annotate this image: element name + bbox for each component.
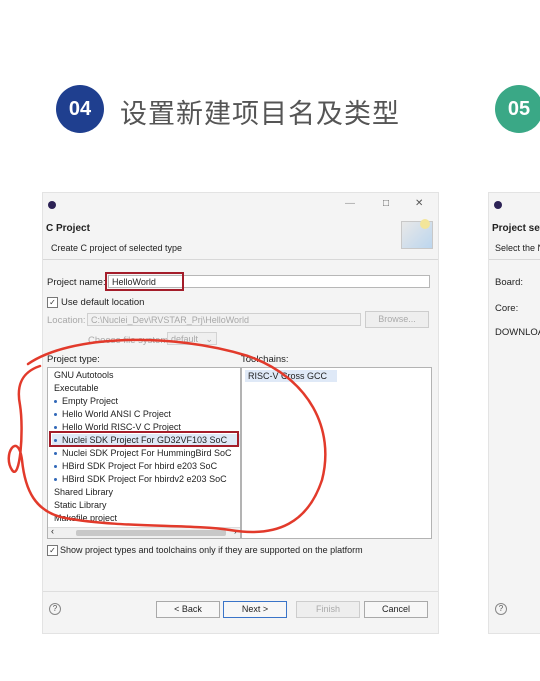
close-button[interactable]: ✕ [415,198,423,209]
toolchain-item[interactable]: RISC-V Cross GCC [248,371,327,381]
project-settings-dialog: Project set Select the N Board: Core: DO… [488,192,540,634]
location-value: C:\Nuclei_Dev\RVSTAR_Prj\HelloWorld [91,315,250,325]
wizard-banner-icon [401,219,433,249]
list-item[interactable]: Nuclei SDK Project For HummingBird SoC [54,448,232,458]
help-icon[interactable]: ? [495,603,507,615]
board-label: Board: [495,277,523,288]
step-number: 04 [68,97,92,120]
scroll-right-icon[interactable]: › [234,526,237,536]
list-item[interactable]: HBird SDK Project For hbirdv2 e203 SoC [54,474,227,484]
eclipse-icon [48,201,56,209]
c-project-dialog: — □ ✕ C Project Create C project of sele… [42,192,439,634]
toolchains-label: Toolchains: [241,354,289,365]
toolchains-list[interactable]: RISC-V Cross GCC [241,367,432,539]
scroll-left-icon[interactable]: ‹ [51,526,54,536]
list-item[interactable]: Static Library [54,500,107,510]
dialog2-divider [489,259,540,260]
list-item[interactable]: GNU Autotools [54,370,114,380]
cancel-button[interactable]: Cancel [364,601,428,618]
file-system-label: Choose file system: [88,335,171,346]
header-divider [43,259,438,260]
list-item[interactable]: Shared Library [54,487,113,497]
dialog-subtitle: Create C project of selected type [51,243,183,253]
bullet-icon [54,465,57,469]
download-label: DOWNLOA [495,327,540,338]
list-item[interactable]: Makefile project [54,513,117,523]
project-type-label: Project type: [47,354,100,365]
selected-type-highlight [49,431,239,447]
bullet-icon [54,413,57,417]
bullet-icon [54,400,57,404]
scroll-thumb[interactable] [76,530,226,536]
bullet-icon [54,452,57,456]
list-item[interactable]: Empty Project [54,396,118,406]
maximize-button[interactable]: □ [383,198,389,209]
project-name-highlight [105,272,184,291]
show-supported-label: Show project types and toolchains only i… [60,545,363,555]
next-step-number-badge: 05 [495,85,540,133]
location-input[interactable]: C:\Nuclei_Dev\RVSTAR_Prj\HelloWorld [87,313,361,326]
list-item[interactable]: Executable [54,383,99,393]
bullet-icon [54,426,57,430]
use-default-location-label: Use default location [61,297,145,308]
dialog2-subtitle: Select the N [495,243,540,253]
list-item[interactable]: Hello World ANSI C Project [54,409,171,419]
step-number-badge: 04 [56,85,104,133]
list-item[interactable]: HBird SDK Project For hbird e203 SoC [54,461,217,471]
chevron-down-icon: ⌄ [205,334,213,344]
help-icon[interactable]: ? [49,603,61,615]
footer-divider [43,591,438,592]
next-button[interactable]: Next > [223,601,287,618]
finish-button[interactable]: Finish [296,601,360,618]
show-supported-checkbox[interactable]: ✓ [47,545,58,556]
use-default-location-checkbox[interactable]: ✓ [47,297,58,308]
browse-button[interactable]: Browse... [365,311,429,328]
minimize-button[interactable]: — [345,198,355,209]
eclipse-icon [494,201,502,209]
next-step-number: 05 [507,97,531,120]
dialog-title: C Project [46,223,90,234]
horizontal-scrollbar[interactable]: ‹ › [48,526,240,538]
dialog2-title: Project set [492,223,540,234]
file-system-select[interactable]: default ⌄ [167,332,217,345]
project-type-list[interactable]: GNU Autotools Executable Empty Project H… [47,367,241,539]
project-name-label: Project name: [47,277,106,288]
back-button[interactable]: < Back [156,601,220,618]
bullet-icon [54,478,57,482]
location-label: Location: [47,315,86,326]
core-label: Core: [495,303,519,314]
file-system-value: default [171,334,199,344]
step-title: 设置新建项目名及类型 [120,99,400,130]
